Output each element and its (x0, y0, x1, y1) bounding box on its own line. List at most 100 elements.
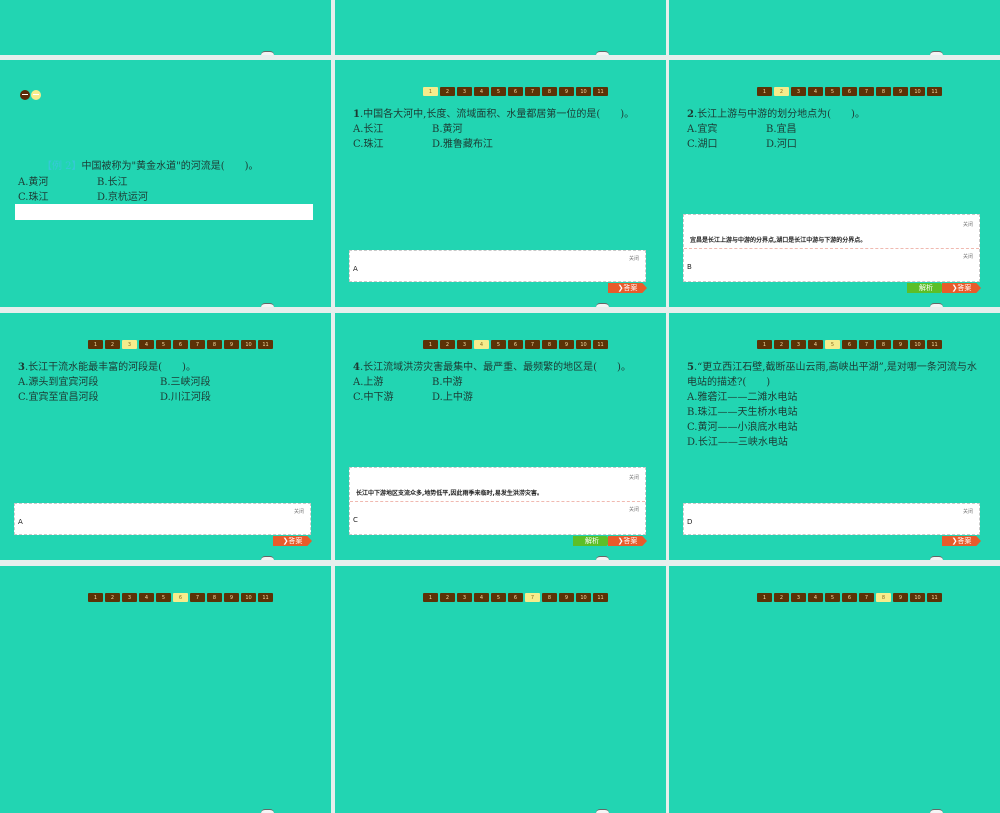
nav-page-button[interactable]: 2 (440, 593, 455, 602)
nav-page-button[interactable]: 6 (173, 593, 188, 602)
nav-page-button[interactable]: 3 (122, 340, 137, 349)
nav-page-button[interactable]: 10 (241, 593, 256, 602)
slide-thumbnail[interactable]: 1 2 3 4 5 6 7 8 9 10 11 1.中国各大河中,长度、流域面积、水量都居第一位的是(… (335, 60, 666, 307)
nav-page-button[interactable]: 2 (440, 340, 455, 349)
nav-page-button[interactable]: 7 (859, 593, 874, 602)
nav-page-button[interactable]: 9 (224, 340, 239, 349)
slide-thumbnail[interactable]: 1 2 3 4 5 6 7 8 9 10 11 (0, 566, 331, 813)
nav-page-button[interactable]: 10 (241, 340, 256, 349)
nav-page-button[interactable]: 8 (542, 593, 557, 602)
nav-page-button[interactable]: 9 (559, 340, 574, 349)
slide-thumbnail[interactable] (669, 0, 1000, 55)
nav-page-button[interactable]: 5 (491, 593, 506, 602)
nav-page-button[interactable]: 5 (825, 340, 840, 349)
nav-page-button[interactable]: 2 (774, 593, 789, 602)
slide-thumbnail[interactable] (335, 0, 666, 55)
slide-thumbnail[interactable]: 1 2 3 4 5 6 7 8 9 10 11 3.长江干流水能最丰富的河段是( )。 A.源头到宜宾河… (0, 313, 331, 560)
nav-page-button[interactable]: 5 (156, 593, 171, 602)
option[interactable]: B.三峡河段 (160, 375, 302, 390)
option[interactable]: C.珠江 (353, 137, 432, 152)
nav-page-button[interactable]: 4 (474, 87, 489, 96)
nav-page-button[interactable]: 3 (457, 340, 472, 349)
nav-page-button[interactable]: 4 (808, 87, 823, 96)
nav-page-button[interactable]: 6 (508, 593, 523, 602)
option[interactable]: B.珠江——天生桥水电站 (687, 405, 986, 420)
explain-button[interactable]: 解析 (573, 536, 611, 546)
nav-page-button[interactable]: 1 (423, 87, 438, 96)
nav-page-button[interactable]: 11 (593, 340, 608, 349)
nav-page-button[interactable]: 1 (757, 593, 772, 602)
nav-page-button[interactable]: 1 (757, 340, 772, 349)
nav-page-button[interactable]: 2 (105, 340, 120, 349)
nav-page-button[interactable]: 1 (88, 593, 103, 602)
nav-page-button[interactable]: 7 (525, 340, 540, 349)
slide-thumbnail[interactable] (0, 0, 331, 55)
nav-page-button[interactable]: 2 (774, 340, 789, 349)
nav-page-button[interactable]: 6 (842, 340, 857, 349)
option[interactable]: A.长江 (353, 122, 432, 137)
nav-page-button[interactable]: 9 (893, 87, 908, 96)
slide-thumbnail[interactable]: 【例 2】中国被称为"黄金水道"的河流是( )。 A.黄河 B.长江 C.珠江 D.京杭… (0, 60, 331, 307)
nav-page-button[interactable]: 7 (859, 340, 874, 349)
explain-button[interactable]: 解析 (907, 283, 945, 293)
nav-page-button[interactable]: 11 (593, 87, 608, 96)
close-explanation-button[interactable]: 关闭 (963, 221, 973, 228)
nav-page-button[interactable]: 2 (440, 87, 455, 96)
nav-page-button[interactable]: 10 (576, 87, 591, 96)
close-answer-button[interactable]: 关闭 (294, 508, 304, 515)
nav-page-button[interactable]: 3 (457, 87, 472, 96)
nav-page-button[interactable]: 3 (457, 593, 472, 602)
slide-thumbnail[interactable]: 1 2 3 4 5 6 7 8 9 10 11 4.长江流域洪涝灾害最集中、最严重、最频繁的地区是( … (335, 313, 666, 560)
nav-page-button[interactable]: 8 (876, 340, 891, 349)
slide-thumbnail[interactable]: 1 2 3 4 5 6 7 8 9 10 11 2.长江上游与中游的划分地点为( )。 A.宜宾 B.宜昌… (669, 60, 1000, 307)
nav-page-button[interactable]: 10 (576, 593, 591, 602)
answer-button[interactable]: ❯答案 (273, 536, 312, 546)
nav-page-button[interactable]: 4 (808, 593, 823, 602)
nav-page-button[interactable]: 2 (105, 593, 120, 602)
option[interactable]: C.宜宾至宜昌河段 (18, 390, 160, 405)
option[interactable]: D.京杭运河 (97, 190, 176, 205)
nav-page-button[interactable]: 9 (893, 340, 908, 349)
nav-page-button[interactable]: 9 (224, 593, 239, 602)
option[interactable]: B.黄河 (432, 122, 511, 137)
option[interactable]: B.中游 (432, 375, 511, 390)
option[interactable]: D.长江——三峡水电站 (687, 435, 986, 450)
nav-page-button[interactable]: 10 (910, 87, 925, 96)
nav-page-button[interactable]: 4 (474, 593, 489, 602)
nav-page-button[interactable]: 8 (542, 87, 557, 96)
option[interactable]: C.黄河——小浪底水电站 (687, 420, 986, 435)
option[interactable]: A.上游 (353, 375, 432, 390)
nav-page-button[interactable]: 5 (491, 340, 506, 349)
nav-page-button[interactable]: 3 (791, 593, 806, 602)
nav-page-button[interactable]: 11 (258, 593, 273, 602)
slide-thumbnail[interactable]: 1 2 3 4 5 6 7 8 9 10 11 (335, 566, 666, 813)
nav-page-button[interactable]: 7 (859, 87, 874, 96)
option[interactable]: C.珠江 (18, 190, 97, 205)
nav-page-button[interactable]: 2 (774, 87, 789, 96)
nav-page-button[interactable]: 5 (491, 87, 506, 96)
close-answer-button[interactable]: 关闭 (629, 255, 639, 262)
nav-page-button[interactable]: 4 (139, 340, 154, 349)
nav-page-button[interactable]: 10 (910, 340, 925, 349)
close-answer-button[interactable]: 关闭 (963, 508, 973, 515)
nav-page-button[interactable]: 8 (542, 340, 557, 349)
nav-page-button[interactable]: 4 (474, 340, 489, 349)
option[interactable]: C.湖口 (687, 137, 766, 152)
nav-page-button[interactable]: 6 (173, 340, 188, 349)
nav-page-button[interactable]: 3 (791, 340, 806, 349)
nav-page-button[interactable]: 8 (207, 340, 222, 349)
nav-page-button[interactable]: 8 (207, 593, 222, 602)
option[interactable]: B.宜昌 (766, 122, 845, 137)
nav-page-button[interactable]: 11 (593, 593, 608, 602)
nav-page-button[interactable]: 5 (825, 593, 840, 602)
option[interactable]: B.长江 (97, 175, 176, 190)
slide-thumbnail[interactable]: 1 2 3 4 5 6 7 8 9 10 11 (669, 566, 1000, 813)
nav-page-button[interactable]: 11 (258, 340, 273, 349)
nav-page-button[interactable]: 11 (927, 593, 942, 602)
nav-page-button[interactable]: 8 (876, 87, 891, 96)
answer-button[interactable]: ❯答案 (942, 283, 981, 293)
nav-page-button[interactable]: 3 (122, 593, 137, 602)
nav-page-button[interactable]: 6 (842, 593, 857, 602)
option[interactable]: D.河口 (766, 137, 845, 152)
slide-thumbnail[interactable]: 1 2 3 4 5 6 7 8 9 10 11 5.“更立西江石壁,截断巫山云雨,高峡出平湖”,是对哪… (669, 313, 1000, 560)
